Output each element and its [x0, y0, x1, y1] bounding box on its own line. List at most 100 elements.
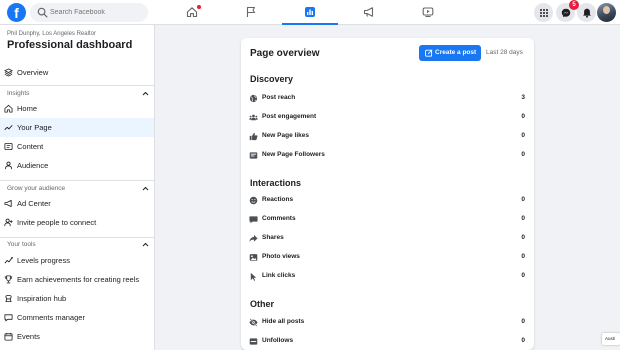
metric-label: Link clicks [262, 272, 296, 279]
followers-icon [249, 152, 258, 159]
metric-row[interactable]: Comments 0 [241, 212, 534, 227]
sidebar-item-label: Inspiration hub [17, 294, 67, 303]
menu-button[interactable] [534, 3, 553, 22]
metric-row[interactable]: Unfollows 0 [241, 334, 534, 349]
video-icon [422, 7, 434, 18]
create-post-label: Create a post [435, 49, 477, 56]
date-range-label[interactable]: Last 28 days [486, 49, 523, 56]
smiley-icon [249, 196, 258, 205]
calendar-icon [4, 332, 13, 341]
megaphone-icon [4, 199, 12, 208]
flag-icon [246, 6, 256, 17]
sidebar-divider [0, 180, 154, 181]
messenger-button[interactable]: 5 [556, 0, 579, 22]
metric-row[interactable]: Shares 0 [241, 231, 534, 246]
search-box[interactable] [30, 3, 148, 22]
chevron-up-icon[interactable] [142, 242, 149, 247]
page-title: Professional dashboard [7, 39, 133, 51]
sidebar-item-label: Ad Center [17, 199, 51, 208]
trophy-icon [4, 275, 13, 284]
metric-label: Reactions [262, 196, 294, 203]
sidebar-item-label: Levels progress [17, 256, 70, 265]
section-header-insights: Insights [7, 90, 30, 97]
notifications-button[interactable] [577, 3, 596, 22]
top-navigation-bar: f 5 [0, 0, 620, 25]
metric-value: 0 [521, 337, 525, 344]
group-title-other: Other [250, 299, 275, 309]
sidebar-divider [0, 85, 154, 86]
corner-popup-tag[interactable]: Austi [602, 333, 620, 345]
sidebar-item-label: Audience [17, 161, 49, 170]
metric-row[interactable]: Reactions 0 [241, 193, 534, 208]
tab-video[interactable] [400, 0, 456, 25]
metric-value: 3 [521, 94, 525, 101]
chevron-up-icon[interactable] [142, 186, 149, 191]
card-title: Page overview [250, 48, 320, 59]
metric-label: Post engagement [262, 113, 317, 120]
profile-subtitle: Phil Dunphy, Los Angeles Realtor [7, 31, 96, 37]
comment-icon [249, 216, 258, 224]
sidebar-item-label: Comments manager [17, 313, 85, 322]
bulb-icon [5, 294, 12, 303]
sidebar-item-your-page[interactable]: Your Page [0, 118, 154, 137]
sidebar-item-events[interactable]: Events [0, 327, 154, 346]
hide-icon [249, 318, 258, 327]
sidebar-item-audience[interactable]: Audience [0, 156, 154, 175]
search-input[interactable] [50, 3, 144, 22]
megaphone-icon [363, 7, 374, 17]
invite-icon [4, 218, 13, 227]
people-icon [249, 114, 258, 121]
metric-label: Photo views [262, 253, 300, 260]
sidebar-item-levels-progress[interactable]: Levels progress [0, 251, 154, 270]
metric-value: 0 [521, 272, 525, 279]
metric-label: Shares [262, 234, 284, 241]
messenger-icon [561, 8, 570, 17]
sidebar: Phil Dunphy, Los Angeles Realtor Profess… [0, 25, 155, 350]
sidebar-item-overview[interactable]: Overview [0, 63, 154, 82]
globe-icon [249, 94, 258, 103]
metric-row[interactable]: New Page likes 0 [241, 129, 534, 144]
metric-value: 0 [521, 132, 525, 139]
metric-label: New Page Followers [262, 151, 325, 158]
sidebar-item-label: Invite people to connect [17, 218, 97, 227]
sidebar-divider [0, 237, 154, 238]
metric-row[interactable]: Link clicks 0 [241, 269, 534, 284]
tab-pages[interactable] [223, 0, 279, 25]
home-notification-dot [197, 5, 201, 9]
sidebar-item-invite[interactable]: Invite people to connect [0, 213, 154, 232]
metric-label: Hide all posts [262, 318, 305, 325]
tab-ads[interactable] [341, 0, 397, 25]
facebook-logo[interactable]: f [7, 3, 26, 22]
metric-row[interactable]: Post reach 3 [241, 91, 534, 106]
sidebar-item-comments-manager[interactable]: Comments manager [0, 308, 154, 327]
sidebar-item-label: Your Page [17, 123, 52, 132]
metric-value: 0 [521, 151, 525, 158]
section-header-grow: Grow your audience [7, 185, 66, 192]
metric-row[interactable]: Hide all posts 0 [241, 315, 534, 330]
create-post-button[interactable]: Create a post [419, 45, 481, 61]
sidebar-item-achievements[interactable]: Earn achievements for creating reels [0, 270, 154, 289]
sidebar-item-inspiration-hub[interactable]: Inspiration hub [0, 289, 154, 308]
metric-value: 0 [521, 318, 525, 325]
profile-avatar[interactable] [597, 3, 616, 22]
metric-row[interactable]: New Page Followers 0 [241, 148, 534, 163]
sidebar-item-content[interactable]: Content [0, 137, 154, 156]
sidebar-item-ad-center[interactable]: Ad Center [0, 194, 154, 213]
chevron-up-icon[interactable] [142, 91, 149, 96]
metric-label: Post reach [262, 94, 296, 101]
page-overview-card: Page overview Create a post Last 28 days… [241, 38, 534, 350]
metric-label: Comments [262, 215, 296, 222]
trend-icon [4, 124, 13, 131]
sidebar-item-label: Overview [17, 68, 49, 77]
sidebar-item-home[interactable]: Home [0, 99, 154, 118]
metric-value: 0 [521, 196, 525, 203]
dashboard-icon [305, 7, 315, 17]
metric-row[interactable]: Post engagement 0 [241, 110, 534, 125]
tab-professional-dashboard[interactable] [282, 0, 338, 25]
tab-home[interactable] [164, 0, 220, 25]
content-icon [4, 142, 13, 151]
layers-icon [4, 68, 13, 77]
metric-value: 0 [521, 113, 525, 120]
metric-row[interactable]: Photo views 0 [241, 250, 534, 265]
sidebar-item-label: Events [17, 332, 40, 341]
